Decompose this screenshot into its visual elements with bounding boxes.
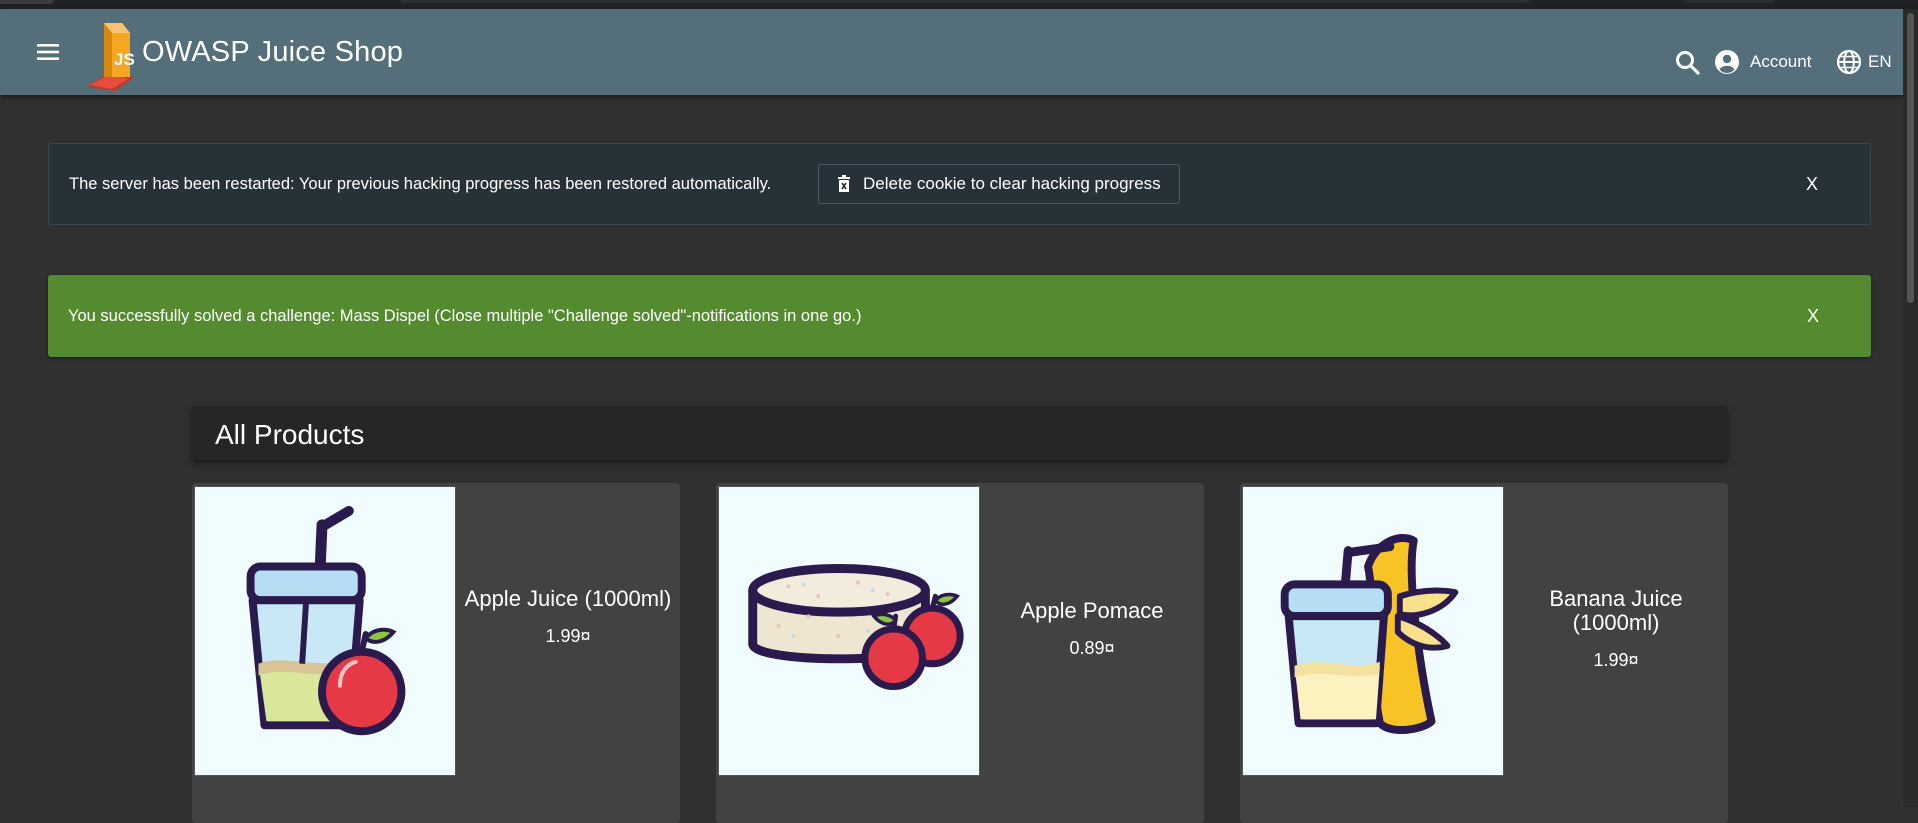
- products-header: All Products: [192, 406, 1727, 460]
- banana-juice-icon: [1280, 534, 1459, 734]
- scrollbar-thumb[interactable]: [1907, 13, 1914, 303]
- account-circle-icon: [1715, 50, 1739, 74]
- close-restart-notification[interactable]: X: [1806, 174, 1818, 195]
- globe-icon: [1836, 49, 1862, 75]
- product-price: 0.89¤: [1069, 638, 1115, 658]
- app-title[interactable]: OWASP Juice Shop: [142, 36, 403, 69]
- challenge-solved-notification: You successfully solved a challenge: Mas…: [48, 275, 1871, 357]
- page-scrollbar[interactable]: [1903, 9, 1918, 807]
- product-image[interactable]: [194, 486, 456, 776]
- restart-message: The server has been restarted: Your prev…: [69, 174, 772, 193]
- search-icon: [1676, 51, 1700, 75]
- delete-cookie-label: Delete cookie to clear hacking progress: [863, 174, 1161, 193]
- product-price: 1.99¤: [545, 626, 591, 646]
- product-price: 1.99¤: [1593, 650, 1639, 670]
- search-button[interactable]: [1674, 49, 1702, 77]
- product-image[interactable]: [1242, 486, 1504, 776]
- product-card[interactable]: Banana Juice (1000ml) 1.99¤: [1240, 483, 1728, 823]
- product-image[interactable]: [718, 486, 980, 776]
- product-name: Apple Pomace: [1020, 598, 1164, 623]
- product-card[interactable]: Apple Pomace 0.89¤: [716, 483, 1204, 823]
- delete-icon: [838, 175, 850, 192]
- account-label: Account: [1750, 52, 1812, 71]
- app-toolbar: JS OWASP Juice Shop Account EN: [0, 9, 1918, 95]
- menu-button[interactable]: [30, 36, 66, 68]
- delete-cookie-button[interactable]: Delete cookie to clear hacking progress: [818, 164, 1180, 204]
- challenge-message: You successfully solved a challenge: Mas…: [68, 306, 862, 325]
- apple-pomace-icon: [748, 564, 964, 691]
- product-card[interactable]: Apple Juice (1000ml) 1.99¤: [192, 483, 680, 823]
- apple-juice-icon: [246, 505, 406, 736]
- page-title: All Products: [215, 419, 365, 450]
- server-restart-notification: The server has been restarted: Your prev…: [48, 143, 1871, 225]
- juice-shop-logo[interactable]: JS: [82, 19, 142, 91]
- product-name: Banana Juice (1000ml): [1549, 586, 1683, 635]
- browser-top-strip: [0, 0, 1918, 9]
- svg-text:JS: JS: [114, 50, 135, 69]
- language-label: EN: [1868, 52, 1892, 71]
- language-button[interactable]: EN: [1836, 47, 1892, 77]
- close-challenge-notification[interactable]: X: [1807, 306, 1819, 327]
- account-button[interactable]: Account: [1714, 47, 1811, 77]
- product-name: Apple Juice (1000ml): [464, 586, 672, 611]
- menu-icon: [37, 44, 59, 60]
